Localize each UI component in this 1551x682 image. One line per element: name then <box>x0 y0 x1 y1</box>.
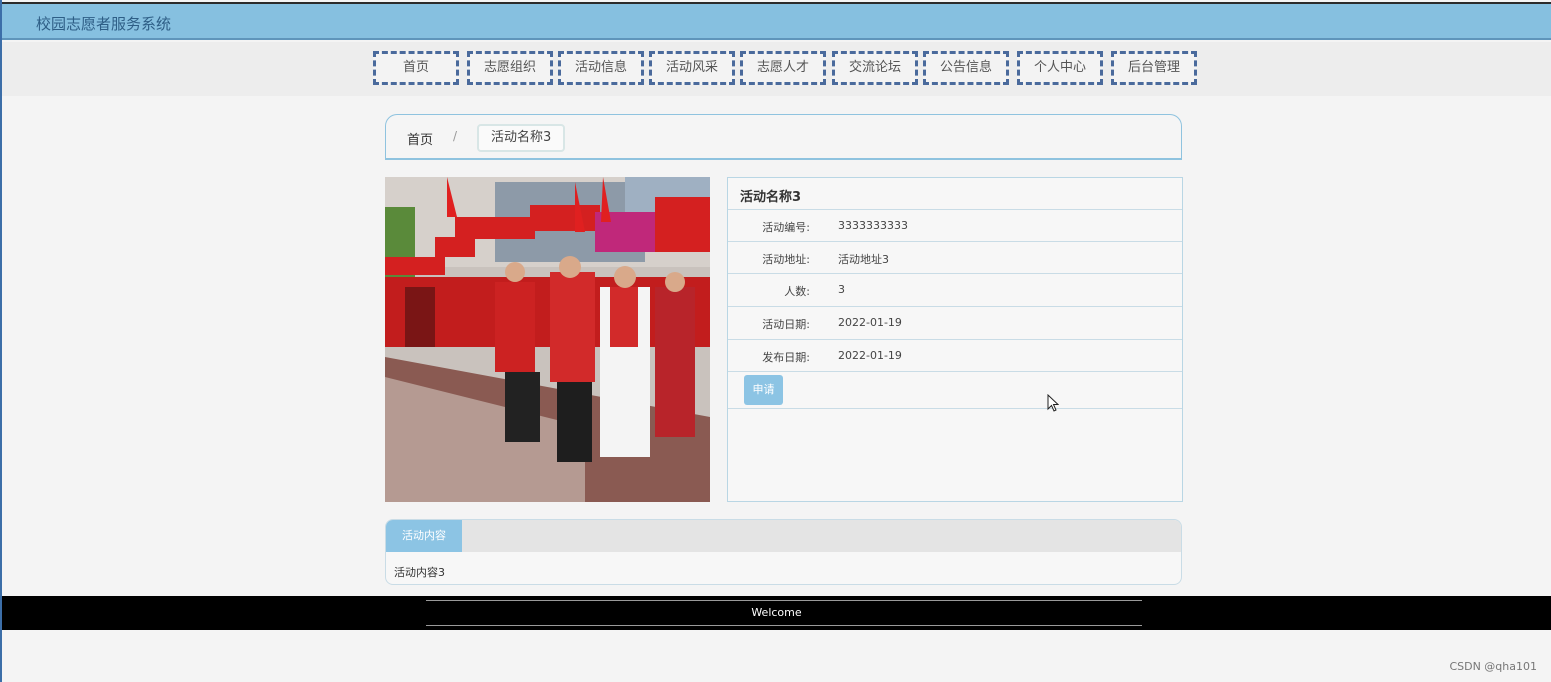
detail-row-headcount: 人数: 3 <box>728 273 1182 305</box>
activity-title: 活动名称3 <box>740 190 802 205</box>
detail-row-activity-id: 活动编号: 3333333333 <box>728 209 1182 241</box>
nav-item-activity-gallery[interactable]: 活动风采 <box>649 51 735 85</box>
site-footer: Welcome <box>2 596 1551 630</box>
breadcrumb-home-link[interactable]: 首页 <box>407 129 433 148</box>
row-label: 活动日期: <box>762 318 810 331</box>
nav-item-home[interactable]: 首页 <box>373 51 459 85</box>
detail-row-activity-date: 活动日期: 2022-01-19 <box>728 306 1182 338</box>
row-label: 人数: <box>784 285 810 298</box>
nav-item-volunteer-talent[interactable]: 志愿人才 <box>740 51 826 85</box>
window-left-edge <box>0 0 2 682</box>
main-nav: 首页 志愿组织 活动信息 活动风采 志愿人才 交流论坛 公告信息 个人中心 后台… <box>2 42 1551 96</box>
detail-row-actions <box>728 371 1182 409</box>
row-value: 活动地址3 <box>838 253 889 266</box>
nav-item-admin[interactable]: 后台管理 <box>1111 51 1197 85</box>
activity-content-text: 活动内容3 <box>394 566 445 579</box>
row-value: 3333333333 <box>838 219 908 232</box>
volunteer-activity-photo-icon <box>385 177 710 502</box>
detail-row-publish-date: 发布日期: 2022-01-19 <box>728 339 1182 371</box>
row-value: 2022-01-19 <box>838 316 902 329</box>
csdn-watermark: CSDN @qha101 <box>1449 660 1537 673</box>
site-header: 校园志愿者服务系统 <box>2 2 1551 40</box>
row-label: 活动编号: <box>762 221 810 234</box>
nav-item-announcements[interactable]: 公告信息 <box>923 51 1009 85</box>
nav-item-activity-info[interactable]: 活动信息 <box>558 51 644 85</box>
content-tabbar: 活动内容 <box>386 520 1181 552</box>
activity-photo <box>385 177 710 502</box>
tab-activity-content[interactable]: 活动内容 <box>386 520 462 552</box>
site-title: 校园志愿者服务系统 <box>36 15 172 33</box>
nav-item-volunteer-orgs[interactable]: 志愿组织 <box>467 51 553 85</box>
nav-item-forum[interactable]: 交流论坛 <box>832 51 918 85</box>
row-label: 活动地址: <box>762 253 810 266</box>
apply-button[interactable]: 申请 <box>744 375 783 405</box>
breadcrumb-separator: / <box>453 129 458 143</box>
activity-content-panel: 活动内容 活动内容3 <box>385 519 1182 585</box>
nav-item-personal-center[interactable]: 个人中心 <box>1017 51 1103 85</box>
footer-divider-bottom <box>426 625 1142 626</box>
row-value: 3 <box>838 283 845 296</box>
footer-divider-top <box>426 600 1142 601</box>
row-value: 2022-01-19 <box>838 349 902 362</box>
activity-detail-panel: 活动名称3 活动编号: 3333333333 活动地址: 活动地址3 人数: 3… <box>727 177 1183 502</box>
detail-row-address: 活动地址: 活动地址3 <box>728 241 1182 273</box>
row-label: 发布日期: <box>762 351 810 364</box>
breadcrumb: 首页 / 活动名称3 <box>385 114 1182 160</box>
breadcrumb-current: 活动名称3 <box>477 124 566 152</box>
mouse-cursor-icon <box>1047 394 1059 412</box>
footer-welcome: Welcome <box>751 606 802 619</box>
